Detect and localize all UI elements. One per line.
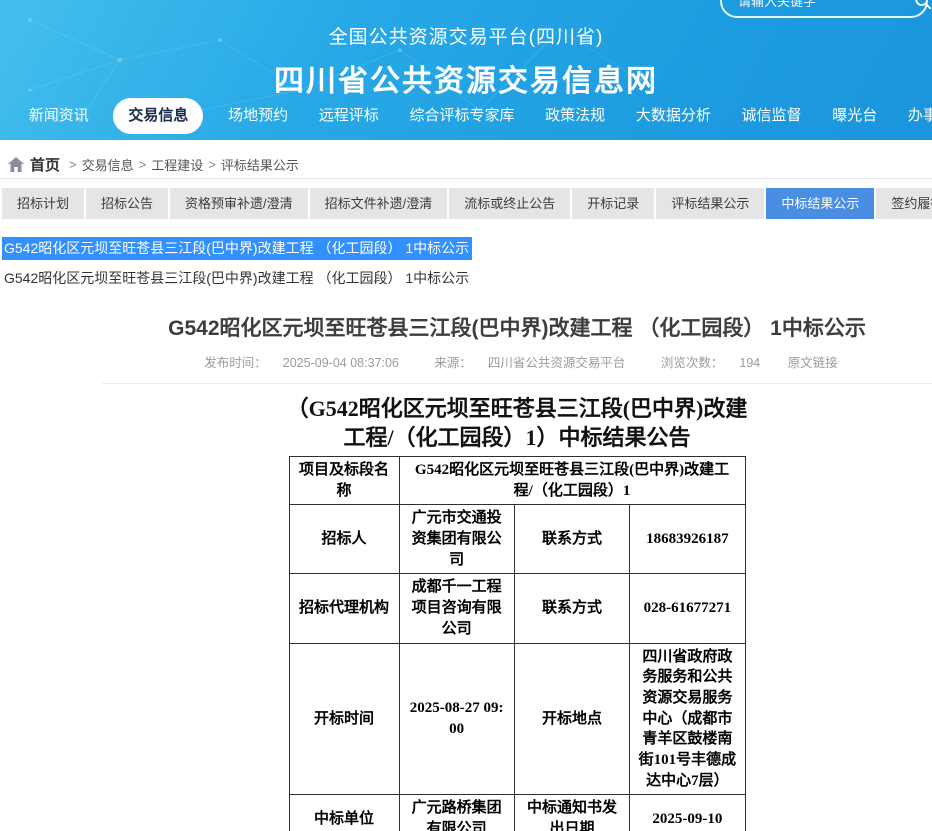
nav-item-news[interactable]: 新闻资讯 [23, 98, 95, 134]
view-count: 浏览次数：194 [653, 356, 768, 370]
nav-item-remote-evaluation[interactable]: 远程评标 [313, 98, 385, 134]
category-tabs: 招标计划 招标公告 资格预审补遗/澄清 招标文件补遗/澄清 流标或终止公告 开标… [0, 188, 932, 219]
table-row: 项目及标段名称 G542昭化区元坝至旺苍县三江段(巴中界)改建工程/（化工园段）… [289, 457, 745, 505]
nav-item-integrity[interactable]: 诚信监督 [736, 98, 808, 134]
home-icon[interactable] [8, 157, 24, 172]
tab-award-result[interactable]: 中标结果公示 [766, 188, 874, 219]
cell-winner-label: 中标单位 [289, 795, 399, 831]
result-link[interactable]: G542昭化区元坝至旺苍县三江段(巴中界)改建工程 （化工园段） 1中标公示 [2, 268, 932, 288]
site-banner: 全国公共资源交易平台(四川省) 四川省公共资源交易信息网 首页 新闻资讯 交易信… [0, 0, 932, 140]
result-links: G542昭化区元坝至旺苍县三江段(巴中界)改建工程 （化工园段） 1中标公示 G… [0, 219, 932, 288]
tab-evaluation-result[interactable]: 评标结果公示 [656, 188, 764, 219]
breadcrumb-eval-result[interactable]: 评标结果公示 [221, 155, 299, 174]
cell-agency-label: 招标代理机构 [289, 574, 399, 643]
cell-opening-place-label: 开标地点 [514, 643, 629, 795]
tab-bidding-announcement[interactable]: 招标公告 [86, 188, 168, 219]
site-title: 四川省公共资源交易信息网 [0, 56, 932, 100]
table-row: 招标人 广元市交通投资集团有限公司 联系方式 18683926187 [289, 505, 745, 574]
document-heading: （G542昭化区元坝至旺苍县三江段(巴中界)改建工程/（化工园段）1）中标结果公… [286, 394, 748, 452]
article-meta: 发布时间：2025-09-04 08:37:06 来源：四川省公共资源交易平台 … [102, 352, 932, 371]
main-nav: 首页 新闻资讯 交易信息 场地预约 远程评标 综合评标专家库 政策法规 大数据分… [0, 98, 932, 134]
cell-notice-date-value: 2025-09-10 [630, 795, 745, 831]
source: 来源：四川省公共资源交易平台 [426, 356, 633, 370]
table-row: 开标时间 2025-08-27 09:00 开标地点 四川省政府政务服务和公共资… [289, 643, 745, 795]
publish-time: 发布时间：2025-09-04 08:37:06 [196, 356, 407, 370]
tab-failed-terminated[interactable]: 流标或终止公告 [449, 188, 570, 219]
breadcrumb-construction[interactable]: 工程建设 [151, 155, 203, 174]
tab-document-clarification[interactable]: 招标文件补遗/澄清 [310, 188, 448, 219]
article: G542昭化区元坝至旺苍县三江段(巴中界)改建工程 （化工园段） 1中标公示 发… [102, 312, 932, 831]
cell-project-name-value: G542昭化区元坝至旺苍县三江段(巴中界)改建工程/（化工园段）1 [399, 457, 745, 505]
cell-agency-contact-label: 联系方式 [514, 574, 629, 643]
nav-item-venue-booking[interactable]: 场地预约 [222, 98, 294, 134]
cell-project-name-label: 项目及标段名称 [289, 457, 399, 505]
cell-contact-value: 18683926187 [630, 505, 745, 574]
award-result-table: 项目及标段名称 G542昭化区元坝至旺苍县三江段(巴中界)改建工程/（化工园段）… [289, 456, 746, 831]
breadcrumb-trade-info[interactable]: 交易信息 [82, 155, 134, 174]
result-link-selected[interactable]: G542昭化区元坝至旺苍县三江段(巴中界)改建工程 （化工园段） 1中标公示 [2, 237, 472, 260]
breadcrumb-separator: > [139, 157, 147, 172]
table-row: 招标代理机构 成都千一工程项目咨询有限公司 联系方式 028-61677271 [289, 574, 745, 643]
nav-item-exposure[interactable]: 曝光台 [826, 98, 883, 134]
breadcrumb: 首页 > 交易信息 > 工程建设 > 评标结果公示 [0, 150, 932, 179]
nav-item-policies[interactable]: 政策法规 [539, 98, 611, 134]
cell-opening-place-value: 四川省政府政务服务和公共资源交易服务中心（成都市青羊区鼓楼南街101号丰德成达中… [630, 643, 745, 795]
tab-bidding-plan[interactable]: 招标计划 [2, 188, 84, 219]
page-title: G542昭化区元坝至旺苍县三江段(巴中界)改建工程 （化工园段） 1中标公示 [102, 312, 932, 342]
nav-item-trade-info[interactable]: 交易信息 [113, 98, 203, 134]
divider [102, 383, 932, 384]
cell-opening-time-label: 开标时间 [289, 643, 399, 795]
cell-tenderer-value: 广元市交通投资集团有限公司 [399, 505, 514, 574]
tab-opening-record[interactable]: 开标记录 [572, 188, 654, 219]
nav-item-home[interactable]: 首页 [0, 98, 4, 134]
cell-agency-contact-value: 028-61677271 [630, 574, 745, 643]
breadcrumb-home[interactable]: 首页 [30, 154, 60, 175]
nav-item-service-guide[interactable]: 办事指南 [902, 98, 932, 134]
breadcrumb-separator: > [69, 157, 77, 172]
nav-item-expert-pool[interactable]: 综合评标专家库 [403, 98, 520, 134]
cell-notice-date-label: 中标通知书发出日期 [514, 795, 629, 831]
original-link[interactable]: 原文链接 [788, 356, 838, 370]
cell-opening-time-value: 2025-08-27 09:00 [399, 643, 514, 795]
cell-agency-value: 成都千一工程项目咨询有限公司 [399, 574, 514, 643]
cell-tenderer-label: 招标人 [289, 505, 399, 574]
nav-item-big-data[interactable]: 大数据分析 [630, 98, 717, 134]
cell-contact-label: 联系方式 [514, 505, 629, 574]
cell-winner-value: 广元路桥集团有限公司 [399, 795, 514, 831]
tab-contract-performance[interactable]: 签约履行 [876, 188, 932, 219]
tab-prequalification-clarification[interactable]: 资格预审补遗/澄清 [170, 188, 308, 219]
platform-title: 全国公共资源交易平台(四川省) [0, 22, 932, 49]
breadcrumb-separator: > [208, 157, 216, 172]
table-row: 中标单位 广元路桥集团有限公司 中标通知书发出日期 2025-09-10 [289, 795, 745, 831]
